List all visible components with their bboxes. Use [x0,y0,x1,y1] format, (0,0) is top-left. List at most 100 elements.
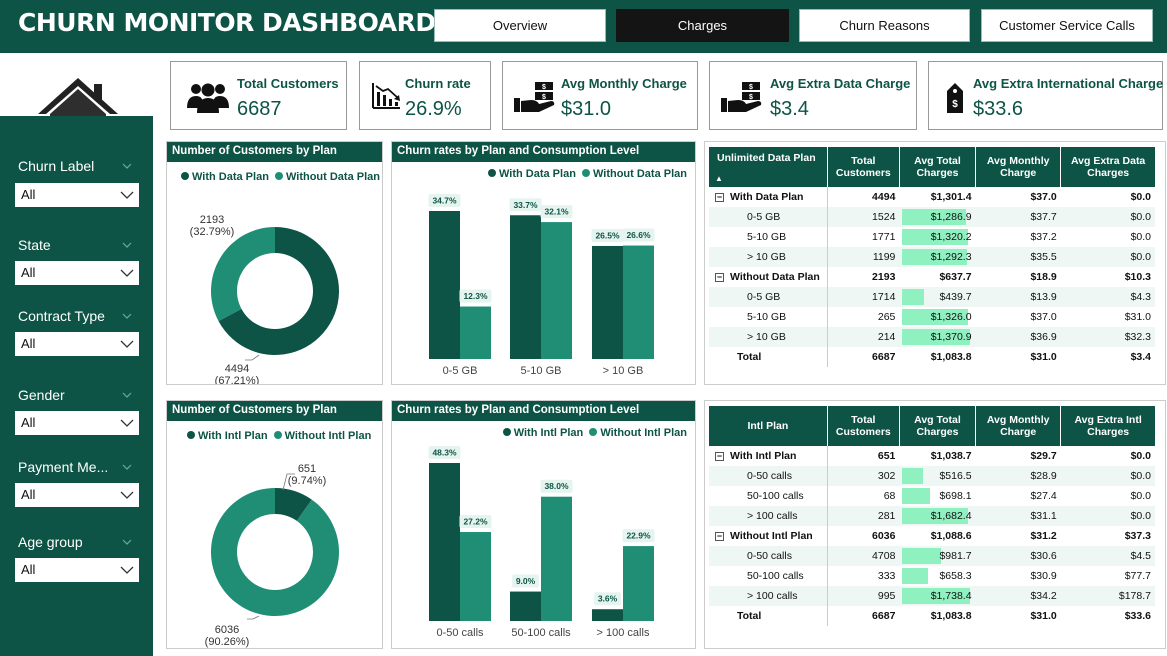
cell-text: $0.0 [1130,251,1151,263]
column-header[interactable]: Avg Extra Data Charges [1060,147,1155,187]
row-label-cell: 0-50 calls [709,466,828,486]
bar [541,496,572,621]
table-row[interactable]: 0-5 GB 1524 $1,286.9 $37.7 $0.0 [709,207,1155,227]
column-header[interactable]: Avg Monthly Charge [975,406,1062,446]
cell-text: $34.2 [1030,590,1057,602]
tab-customer-service-calls[interactable]: Customer Service Calls [981,9,1153,42]
cell-text: $1,320.2 [930,231,972,243]
donut-chart[interactable]: 4494(67.21%) 2193(32.79%) [167,164,382,384]
cell-text: 265 [877,311,896,323]
table-row[interactable]: 0-50 calls 4708 $981.7 $30.6 $4.5 [709,546,1155,566]
column-header[interactable]: Avg Monthly Charge [975,147,1062,187]
slicer-dropdown-state[interactable]: All [15,261,139,285]
chevron-down-icon[interactable] [122,311,132,321]
column-header[interactable]: Avg Extra Intl Charges [1060,406,1155,446]
row-label-cell: Total [709,606,828,626]
table-cell: 68 [827,486,899,506]
table-row[interactable]: 0-50 calls 302 $516.5 $28.9 $0.0 [709,466,1155,486]
table-cell: $1,038.7 [899,446,975,466]
cell-text: 4708 [872,550,896,562]
tab-overview[interactable]: Overview [434,9,606,42]
cell-text: $0.0 [1130,231,1151,243]
chevron-down-icon[interactable] [122,537,132,547]
table-row[interactable]: 0-5 GB 1714 $439.7 $13.9 $4.3 [709,287,1155,307]
bar-chart[interactable]: 48.3% 27.2% 0-50 calls 9.0% 38.0% 50-100 call… [392,421,695,648]
kpi-label: Total Customers [237,76,339,91]
table-cell: $37.7 [975,207,1061,227]
leader-line [247,615,260,620]
table-group-row[interactable]: − With Data Plan 4494 $1,301.4 $37.0 $0.0 [709,187,1155,207]
table-row[interactable]: > 10 GB 214 $1,370.9 $36.9 $32.3 [709,327,1155,347]
chevron-down-icon[interactable] [122,240,132,250]
cell-text: $981.7 [939,550,972,562]
table-group-row[interactable]: − With Intl Plan 651 $1,038.7 $29.7 $0.0 [709,446,1155,466]
bar [460,306,491,359]
table-total-row[interactable]: Total 6687 $1,083.8 $31.0 $33.6 [709,606,1155,626]
slicer-dropdown-age-group[interactable]: All [15,558,139,582]
slicer-value: All [21,487,36,502]
table-cell: $13.9 [975,287,1061,307]
table-row[interactable]: > 10 GB 1199 $1,292.3 $35.5 $0.0 [709,247,1155,267]
table-row[interactable]: 5-10 GB 265 $1,326.0 $37.0 $31.0 [709,307,1155,327]
column-header[interactable]: Total Customers [827,406,900,446]
cell-text: $3.4 [1130,351,1151,363]
table-cell: $31.0 [976,347,1061,367]
sort-arrow-icon[interactable]: ▲ [715,173,723,185]
table-group-row[interactable]: − Without Data Plan 2193 $637.7 $18.9 $10.3 [709,267,1155,287]
collapse-icon[interactable]: − [715,532,724,541]
cell-text: $1,738.4 [930,590,972,602]
slicer-dropdown-payment-method[interactable]: All [15,483,139,507]
table-row[interactable]: > 100 calls 995 $1,738.4 $34.2 $178.7 [709,586,1155,606]
donut-chart[interactable]: 651(9.74%) 6036(90.26%) [167,423,382,648]
slicer-dropdown-gender[interactable]: All [15,411,139,435]
cell-text: $31.2 [1030,530,1057,542]
svg-text:$: $ [542,84,546,91]
cell-text: > 10 GB [747,331,786,343]
column-header[interactable]: Total Customers [827,147,900,187]
chevron-down-icon[interactable] [122,462,132,472]
donut-slice [211,227,275,322]
tab-charges[interactable]: Charges [616,9,789,42]
table-total-row[interactable]: Total 6687 $1,083.8 $31.0 $3.4 [709,347,1155,367]
table-row[interactable]: 5-10 GB 1771 $1,320.2 $37.2 $0.0 [709,227,1155,247]
data-bar [902,468,923,484]
column-header[interactable]: Intl Plan [709,406,828,446]
bar-chart[interactable]: 34.7% 12.3% 0-5 GB 33.7% 32.1% 5-10 GB 26.5% 26… [392,162,695,384]
data-bar [902,548,941,564]
table-cell: $0.0 [1060,247,1155,267]
cell-text: > 10 GB [747,251,786,263]
cell-text: $28.9 [1030,470,1057,482]
cell-text: $1,370.9 [930,331,972,343]
collapse-icon[interactable]: − [715,273,724,282]
x-tick-label: 5-10 GB [521,365,562,377]
row-label-cell: Total [709,347,828,367]
cell-text: With Data Plan [730,191,804,203]
data-label: 34.7% [432,196,457,206]
table-row[interactable]: > 100 calls 281 $1,682.4 $31.1 $0.0 [709,506,1155,526]
chevron-down-icon[interactable] [122,390,132,400]
x-tick-label: 0-50 calls [436,627,484,639]
cell-text: 333 [877,570,896,582]
matrix-table-intl-plan: Intl Plan Total Customers Avg Total Char… [704,400,1166,649]
row-label-cell: − With Data Plan [709,187,828,207]
chevron-down-icon[interactable] [122,161,132,171]
table-group-row[interactable]: − Without Intl Plan 6036 $1,088.6 $31.2 $37.3 [709,526,1155,546]
data-label: 26.6% [626,230,651,240]
table-row[interactable]: 50-100 calls 68 $698.1 $27.4 $0.0 [709,486,1155,506]
collapse-icon[interactable]: − [715,193,724,202]
tab-churn-reasons[interactable]: Churn Reasons [799,9,970,42]
table-row[interactable]: 50-100 calls 333 $658.3 $30.9 $77.7 [709,566,1155,586]
data-label: 32.1% [544,207,569,217]
data-label: 3.6% [598,594,618,604]
table-cell: $10.3 [1061,267,1155,287]
donut-slice [211,488,339,616]
column-header[interactable]: Unlimited Data Plan ▲ [709,147,828,187]
slicer-dropdown-contract-type[interactable]: All [15,332,139,356]
collapse-icon[interactable]: − [715,452,724,461]
slicer-dropdown-churn-label[interactable]: All [15,183,139,207]
column-header[interactable]: Avg Total Charges [899,147,977,187]
column-header[interactable]: Avg Total Charges [899,406,977,446]
cell-text: $37.7 [1030,211,1057,223]
data-bar [902,289,925,305]
cell-text: With Intl Plan [730,450,797,462]
